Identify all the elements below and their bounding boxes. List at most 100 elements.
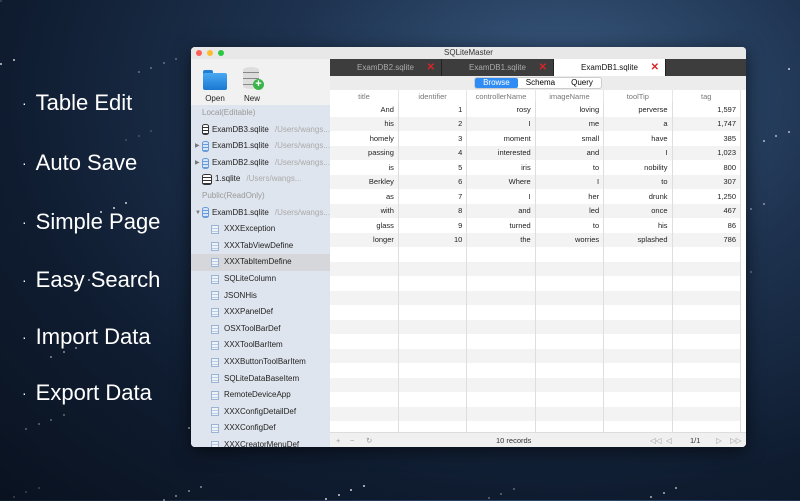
browse-tab[interactable]: Browse bbox=[475, 78, 518, 88]
table-cell[interactable]: And bbox=[330, 102, 399, 117]
table-item[interactable]: XXXConfigDetailDef bbox=[191, 404, 330, 421]
table-cell[interactable]: nobility bbox=[603, 160, 673, 175]
table-cell[interactable]: led bbox=[535, 203, 605, 218]
table-item[interactable]: XXXTabViewDefine bbox=[191, 238, 330, 255]
table-row[interactable] bbox=[330, 406, 742, 421]
table-cell[interactable]: with bbox=[330, 203, 399, 218]
table-cell[interactable]: me bbox=[535, 116, 605, 131]
table-cell[interactable]: have bbox=[603, 131, 673, 146]
table-cell[interactable]: 1,747 bbox=[672, 116, 742, 131]
column-header[interactable]: tag bbox=[672, 90, 742, 102]
table-cell[interactable]: homely bbox=[330, 131, 399, 146]
table-item[interactable]: XXXPanelDef bbox=[191, 304, 330, 321]
column-header[interactable]: toolTip bbox=[603, 90, 673, 102]
table-cell[interactable]: iris bbox=[466, 160, 536, 175]
database-item[interactable]: ▶ ExamDB2.sqlite/Users/wangs... bbox=[191, 155, 330, 172]
table-cell[interactable]: 3 bbox=[398, 131, 468, 146]
table-cell[interactable]: his bbox=[330, 116, 399, 131]
table-cell[interactable]: 1,597 bbox=[672, 102, 742, 117]
table-row[interactable] bbox=[330, 319, 742, 334]
schema-tab[interactable]: Schema bbox=[518, 78, 563, 88]
close-tab-icon[interactable]: ✕ bbox=[539, 59, 547, 76]
table-cell[interactable]: as bbox=[330, 189, 399, 204]
table-row[interactable] bbox=[330, 261, 742, 276]
table-row[interactable]: as 7 Iher drunk 1,250 bbox=[330, 189, 742, 204]
column-header[interactable]: title bbox=[330, 90, 399, 102]
table-cell[interactable]: 7 bbox=[398, 189, 468, 204]
column-header[interactable]: controllerName bbox=[466, 90, 536, 102]
table-row[interactable] bbox=[330, 348, 742, 363]
table-cell[interactable]: interested bbox=[466, 145, 536, 160]
table-cell[interactable]: to bbox=[603, 174, 673, 189]
table-row[interactable]: glass 9 turned to his 86 bbox=[330, 218, 742, 233]
table-item[interactable]: SQLiteColumn bbox=[191, 271, 330, 288]
table-cell[interactable]: once bbox=[603, 203, 673, 218]
table-cell[interactable]: moment bbox=[466, 131, 536, 146]
table-row[interactable] bbox=[330, 334, 742, 349]
file-tab[interactable]: ExamDB1.sqlite ✕ bbox=[554, 59, 666, 76]
expand-arrow-icon[interactable]: ▶ bbox=[195, 138, 200, 155]
minimize-window-button[interactable] bbox=[207, 50, 213, 56]
close-tab-icon[interactable]: ✕ bbox=[427, 59, 435, 76]
table-cell[interactable]: is bbox=[330, 160, 399, 175]
database-item[interactable]: 1.sqlite/Users/wangs... bbox=[191, 171, 330, 188]
table-item[interactable]: RemoteDeviceApp bbox=[191, 387, 330, 404]
table-item[interactable]: XXXToolBarItem bbox=[191, 337, 330, 354]
table-cell[interactable]: loving bbox=[535, 102, 605, 117]
add-row-icon[interactable]: + bbox=[336, 436, 340, 445]
new-button[interactable]: + New bbox=[237, 65, 267, 103]
table-item[interactable]: XXXCreatorMenuDef bbox=[191, 437, 330, 447]
table-cell[interactable]: to bbox=[535, 218, 605, 233]
table-cell[interactable]: 9 bbox=[398, 218, 468, 233]
table-cell[interactable]: 1,250 bbox=[672, 189, 742, 204]
table-item[interactable]: SQLiteDataBaseItem bbox=[191, 371, 330, 388]
table-cell[interactable]: perverse bbox=[603, 102, 673, 117]
table-cell[interactable]: rosy bbox=[466, 102, 536, 117]
table-row[interactable]: is 5 iris to nobility 800 bbox=[330, 160, 742, 175]
table-cell[interactable]: I bbox=[603, 145, 673, 160]
table-cell[interactable]: Berkley bbox=[330, 174, 399, 189]
table-cell[interactable]: his bbox=[603, 218, 673, 233]
table-cell[interactable]: to bbox=[535, 160, 605, 175]
table-cell[interactable]: 8 bbox=[398, 203, 468, 218]
table-row[interactable]: And 1 rosy loving perverse 1,597 bbox=[330, 102, 742, 117]
table-cell[interactable]: the bbox=[466, 232, 536, 247]
table-item[interactable]: OSXToolBarDef bbox=[191, 321, 330, 338]
file-tab[interactable]: ExamDB2.sqlite ✕ bbox=[330, 59, 442, 76]
database-item[interactable]: ▼ ExamDB1.sqlite/Users/wangs... bbox=[191, 205, 330, 222]
table-cell[interactable]: passing bbox=[330, 145, 399, 160]
table-cell[interactable]: 4 bbox=[398, 145, 468, 160]
close-tab-icon[interactable]: ✕ bbox=[651, 59, 659, 76]
table-row[interactable] bbox=[330, 377, 742, 392]
table-cell[interactable]: 1 bbox=[398, 102, 468, 117]
prev-page-icon[interactable]: ◁ bbox=[666, 436, 672, 445]
table-cell[interactable]: glass bbox=[330, 218, 399, 233]
table-cell[interactable]: 1,023 bbox=[672, 145, 742, 160]
database-item[interactable]: ExamDB3.sqlite/Users/wangs... bbox=[191, 122, 330, 139]
table-row[interactable] bbox=[330, 247, 742, 262]
collapse-arrow-icon[interactable]: ▼ bbox=[195, 205, 201, 222]
table-row[interactable]: Berkley 6 Where Ito 307 bbox=[330, 174, 742, 189]
zoom-window-button[interactable] bbox=[218, 50, 224, 56]
table-cell[interactable]: a bbox=[603, 116, 673, 131]
table-row[interactable]: with 8 and led once 467 bbox=[330, 203, 742, 218]
table-row[interactable] bbox=[330, 305, 742, 320]
database-item[interactable]: ▶ ExamDB1.sqlite/Users/wangs... bbox=[191, 138, 330, 155]
table-cell[interactable]: worries bbox=[535, 232, 605, 247]
table-row[interactable] bbox=[330, 392, 742, 407]
table-cell[interactable]: 6 bbox=[398, 174, 468, 189]
column-header[interactable]: identifier bbox=[398, 90, 468, 102]
table-cell[interactable]: her bbox=[535, 189, 605, 204]
table-row[interactable] bbox=[330, 276, 742, 291]
table-cell[interactable]: 385 bbox=[672, 131, 742, 146]
table-row[interactable]: homely 3 moment small have 385 bbox=[330, 131, 742, 146]
table-cell[interactable]: 5 bbox=[398, 160, 468, 175]
table-item[interactable]: XXXTabItemDefine bbox=[191, 254, 330, 271]
table-cell[interactable]: longer bbox=[330, 232, 399, 247]
table-cell[interactable]: drunk bbox=[603, 189, 673, 204]
column-header[interactable]: imageName bbox=[535, 90, 605, 102]
table-cell[interactable]: 10 bbox=[398, 232, 468, 247]
file-tab[interactable]: ExamDB1.sqlite ✕ bbox=[442, 59, 554, 76]
table-cell[interactable]: Where bbox=[466, 174, 536, 189]
expand-arrow-icon[interactable]: ▶ bbox=[195, 155, 200, 172]
